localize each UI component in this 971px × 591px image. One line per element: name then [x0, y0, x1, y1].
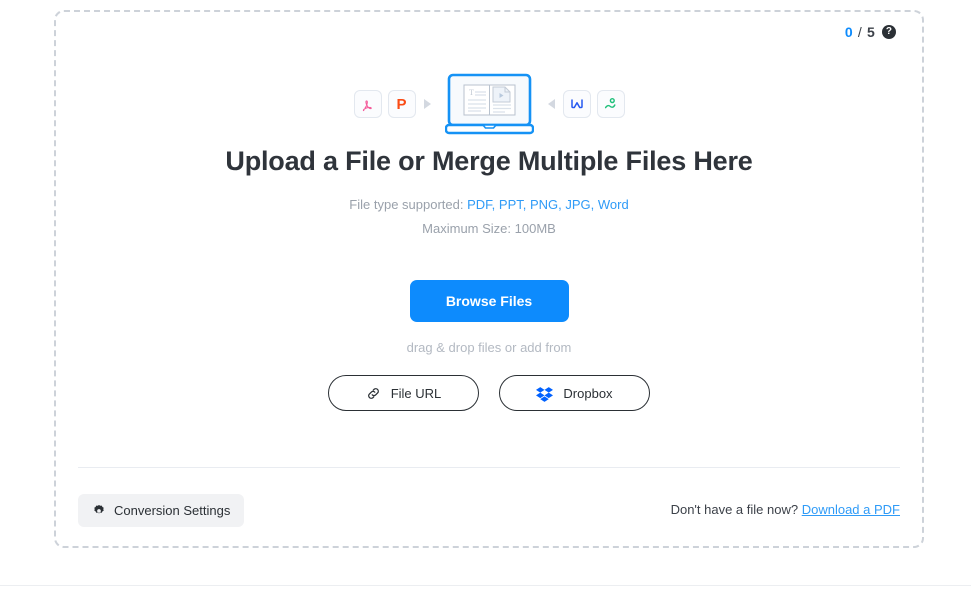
word-file-icon	[562, 90, 591, 118]
gear-icon	[94, 504, 104, 513]
file-count-current: 0	[844, 24, 853, 40]
download-a-pdf-link[interactable]: Download a PDF	[802, 502, 900, 517]
file-count-indicator: 0 / 5 ?	[845, 24, 896, 40]
no-file-prompt: Don't have a file now? Download a PDF	[671, 502, 900, 517]
laptop-document-preview-icon: T	[444, 73, 534, 135]
file-dropzone[interactable]: 0 / 5 ? P T Upload a File or Merge Multi…	[54, 10, 924, 548]
no-file-prompt-text: Don't have a file now?	[670, 502, 799, 517]
page-bottom-rule	[0, 585, 971, 586]
arrow-left-triangle-icon	[547, 99, 555, 109]
dropbox-icon	[536, 386, 554, 402]
pdf-file-icon	[353, 90, 382, 118]
file-url-button[interactable]: File URL	[328, 375, 479, 411]
footer-divider	[78, 467, 900, 468]
conversion-settings-label: Conversion Settings	[114, 503, 231, 518]
page-title: Upload a File or Merge Multiple Files He…	[225, 146, 753, 176]
supported-file-types-prefix: File type supported:	[349, 197, 464, 212]
powerpoint-file-icon: P	[387, 90, 416, 118]
file-count-max: 5	[867, 24, 875, 40]
question-mark-circle-icon[interactable]: ?	[882, 25, 896, 39]
arrow-right-triangle-icon	[423, 99, 431, 109]
browse-files-button[interactable]: Browse Files	[409, 280, 569, 322]
upload-source-buttons: File URL Dropbox	[56, 375, 922, 411]
supported-file-types-list[interactable]: PDF, PPT, PNG, JPG, Word	[467, 197, 629, 212]
file-upload-page: 0 / 5 ? P T Upload a File or Merge Multi…	[0, 0, 971, 591]
dropbox-button-label: Dropbox	[563, 385, 613, 401]
dropbox-button[interactable]: Dropbox	[499, 375, 650, 411]
format-conversion-illustration: P T	[56, 64, 922, 144]
svg-text:T: T	[469, 88, 474, 97]
link-chain-icon	[367, 387, 379, 399]
file-count-separator: /	[857, 24, 862, 40]
file-url-button-label: File URL	[390, 385, 442, 401]
image-file-icon	[596, 90, 625, 118]
drag-drop-hint: drag & drop files or add from	[406, 340, 572, 355]
browse-files-row: Browse Files	[56, 280, 922, 322]
max-size-label: Maximum Size: 100MB	[422, 221, 556, 236]
supported-file-types: File type supported: PDF, PPT, PNG, JPG,…	[56, 197, 922, 212]
conversion-settings-button[interactable]: Conversion Settings	[78, 494, 245, 527]
